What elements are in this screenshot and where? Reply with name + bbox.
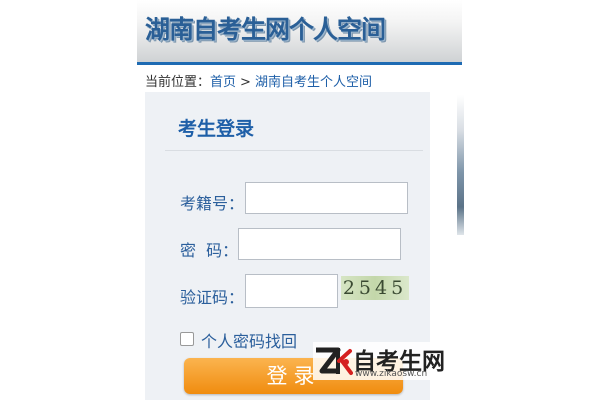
breadcrumb-prefix: 当前位置：	[145, 75, 211, 90]
site-header: 湖南自考生网个人空间	[137, 0, 462, 62]
captcha-input[interactable]	[245, 274, 338, 308]
captcha-image[interactable]: 2545	[341, 276, 409, 300]
student-id-label: 考籍号：	[180, 194, 245, 213]
zikaosw-logo-icon	[316, 347, 353, 375]
watermark-url: www.zikaosw.cn	[355, 369, 428, 379]
student-id-input[interactable]	[245, 182, 408, 214]
login-title: 考生登录	[178, 118, 255, 140]
breadcrumb-home-link[interactable]: 首页	[210, 75, 236, 90]
breadcrumb: 当前位置：首页 > 湖南自考生个人空间	[145, 71, 372, 90]
password-label: 密 码：	[180, 241, 239, 260]
breadcrumb-separator: >	[240, 75, 251, 90]
site-title: 湖南自考生网个人空间	[145, 15, 386, 44]
captcha-label: 验证码：	[180, 288, 245, 307]
recover-checkbox[interactable]	[180, 332, 194, 346]
breadcrumb-current-link[interactable]: 湖南自考生个人空间	[255, 75, 372, 90]
watermark: 自考生网 www.zikaosw.cn	[313, 342, 448, 380]
side-banner-image	[457, 95, 464, 235]
recover-password-label[interactable]: 个人密码找回	[201, 328, 297, 352]
password-input[interactable]	[238, 228, 401, 260]
title-divider	[165, 150, 423, 151]
header-divider	[137, 62, 462, 65]
